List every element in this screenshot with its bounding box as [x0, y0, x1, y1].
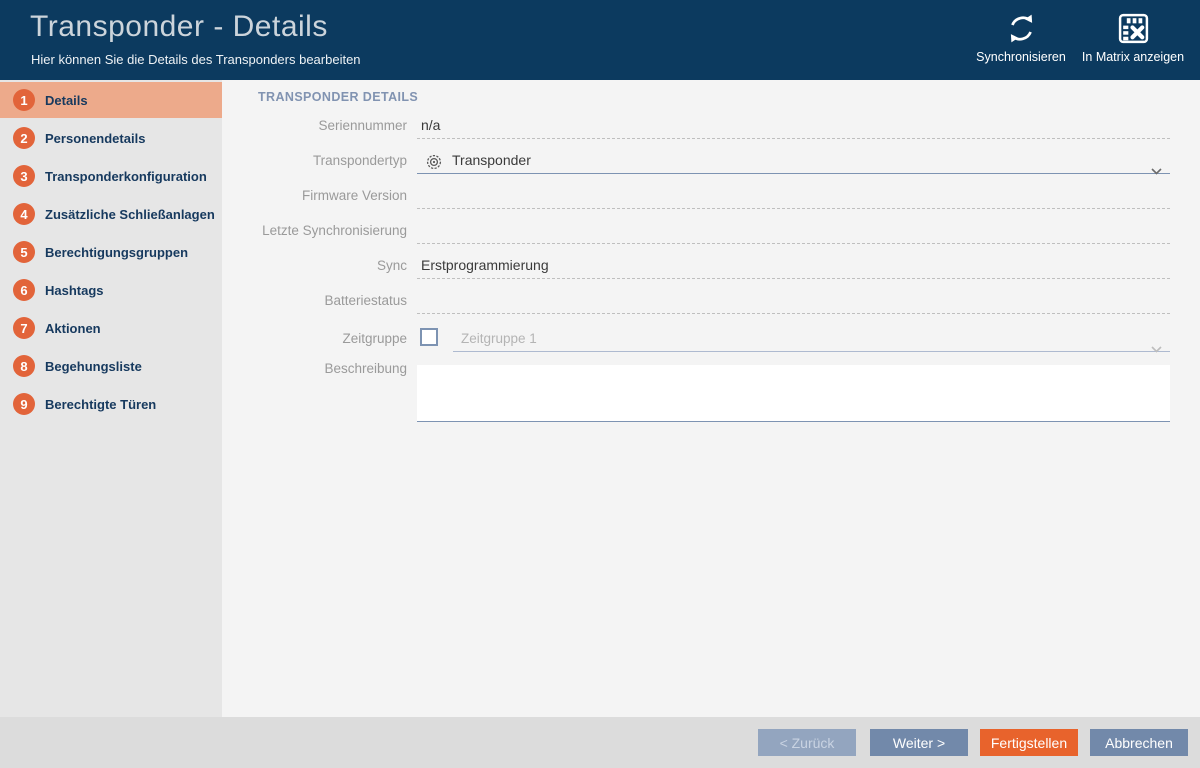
details-panel: TRANSPONDER DETAILS Seriennummer n/a Tra… [222, 80, 1200, 717]
sync-icon [1005, 12, 1038, 45]
show-in-matrix-button[interactable]: In Matrix anzeigen [1068, 12, 1198, 72]
seriennummer-label: Seriennummer [318, 118, 407, 133]
sidebar-item-label: Personendetails [45, 130, 146, 146]
synchronize-button[interactable]: Synchronisieren [956, 12, 1086, 72]
step-number-badge: 2 [13, 127, 35, 149]
sidebar-item-label: Hashtags [45, 282, 104, 298]
field-row-firmware-version: Firmware Version [240, 182, 1170, 209]
zeitgruppe-label: Zeitgruppe [342, 331, 407, 346]
batteriestatus-value [417, 292, 421, 308]
sidebar-item-label: Details [45, 92, 88, 108]
page-subtitle: Hier können Sie die Details des Transpon… [31, 52, 361, 67]
show-in-matrix-label: In Matrix anzeigen [1081, 50, 1185, 64]
field-row-batteriestatus: Batteriestatus [240, 287, 1170, 314]
next-button[interactable]: Weiter > [870, 729, 968, 756]
sidebar-item-label: Berechtigungsgruppen [45, 244, 189, 260]
batteriestatus-field [417, 287, 1170, 314]
firmware-version-field [417, 182, 1170, 209]
sidebar-item-label: Transponderkonfiguration [45, 168, 207, 184]
sidebar-item-transponderkonfiguration[interactable]: 3 Transponderkonfiguration [0, 158, 222, 194]
step-number-badge: 6 [13, 279, 35, 301]
sidebar-item-aktionen[interactable]: 7 Aktionen [0, 310, 222, 346]
sidebar-item-berechtigungsgruppen[interactable]: 5 Berechtigungsgruppen [0, 234, 222, 270]
field-row-transpondertyp: Transpondertyp Transponder [240, 147, 1170, 175]
sidebar-item-hashtags[interactable]: 6 Hashtags [0, 272, 222, 308]
sidebar-item-label: Aktionen [45, 320, 101, 336]
step-number-badge: 1 [13, 89, 35, 111]
cancel-button[interactable]: Abbrechen [1090, 729, 1188, 756]
sync-label: Sync [376, 258, 407, 273]
sidebar-item-label: Zusätzliche Schließanlagen [45, 206, 215, 222]
finish-button[interactable]: Fertigstellen [980, 729, 1078, 756]
zeitgruppe-checkbox[interactable] [420, 328, 438, 346]
section-title: TRANSPONDER DETAILS [258, 90, 419, 104]
transpondertyp-label: Transpondertyp [312, 153, 407, 168]
chevron-down-icon [1151, 335, 1162, 361]
firmware-version-value [417, 187, 421, 203]
sidebar-item-begehungsliste[interactable]: 8 Begehungsliste [0, 348, 222, 384]
letzte-synchronisierung-label: Letzte Synchronisierung [262, 223, 407, 238]
beschreibung-label: Beschreibung [324, 361, 407, 376]
letzte-synchronisierung-value [417, 222, 421, 238]
matrix-icon [1117, 12, 1150, 45]
page-title: Transponder - Details [30, 10, 328, 43]
firmware-version-label: Firmware Version [301, 188, 407, 203]
header: Transponder - Details Hier können Sie di… [0, 0, 1200, 80]
chevron-down-icon [1151, 157, 1162, 183]
field-row-zeitgruppe: Zeitgruppe Zeitgruppe 1 [240, 325, 1170, 353]
transponder-icon [426, 152, 442, 178]
field-row-letzte-synchronisierung: Letzte Synchronisierung [240, 217, 1170, 244]
zeitgruppe-field: Zeitgruppe 1 [417, 325, 1170, 353]
transponder-details-window: Transponder - Details Hier können Sie di… [0, 0, 1200, 768]
field-row-seriennummer: Seriennummer n/a [240, 112, 1170, 139]
sidebar-item-personendetails[interactable]: 2 Personendetails [0, 120, 222, 156]
step-number-badge: 4 [13, 203, 35, 225]
sidebar-item-label: Begehungsliste [45, 358, 142, 374]
sidebar-item-zusaetzliche-schliessanlagen[interactable]: 4 Zusätzliche Schließanlagen [0, 196, 222, 232]
step-number-badge: 7 [13, 317, 35, 339]
seriennummer-field: n/a [417, 112, 1170, 139]
footer-bar: < Zurück Weiter > Fertigstellen Abbreche… [0, 717, 1200, 768]
step-number-badge: 8 [13, 355, 35, 377]
batteriestatus-label: Batteriestatus [324, 293, 407, 308]
seriennummer-value: n/a [421, 117, 441, 133]
zeitgruppe-value: Zeitgruppe 1 [461, 331, 537, 346]
letzte-synchronisierung-field [417, 217, 1170, 244]
step-number-badge: 5 [13, 241, 35, 263]
transpondertyp-dropdown[interactable]: Transponder [417, 147, 1170, 175]
field-row-sync: Sync Erstprogrammierung [240, 252, 1170, 279]
sync-value: Erstprogrammierung [421, 257, 549, 273]
sidebar-item-label: Berechtigte Türen [45, 396, 157, 412]
wizard-steps-sidebar: 1 Details 2 Personendetails 3 Transponde… [0, 80, 240, 717]
step-number-badge: 3 [13, 165, 35, 187]
sidebar-item-details[interactable]: 1 Details [0, 82, 240, 118]
zeitgruppe-dropdown[interactable]: Zeitgruppe 1 [453, 325, 1170, 353]
step-number-badge: 9 [13, 393, 35, 415]
synchronize-label: Synchronisieren [976, 50, 1066, 64]
sync-field: Erstprogrammierung [417, 252, 1170, 279]
back-button[interactable]: < Zurück [758, 729, 856, 756]
transpondertyp-value: Transponder [452, 152, 531, 168]
beschreibung-textarea[interactable] [417, 365, 1170, 422]
sidebar-item-berechtigte-tueren[interactable]: 9 Berechtigte Türen [0, 386, 222, 422]
